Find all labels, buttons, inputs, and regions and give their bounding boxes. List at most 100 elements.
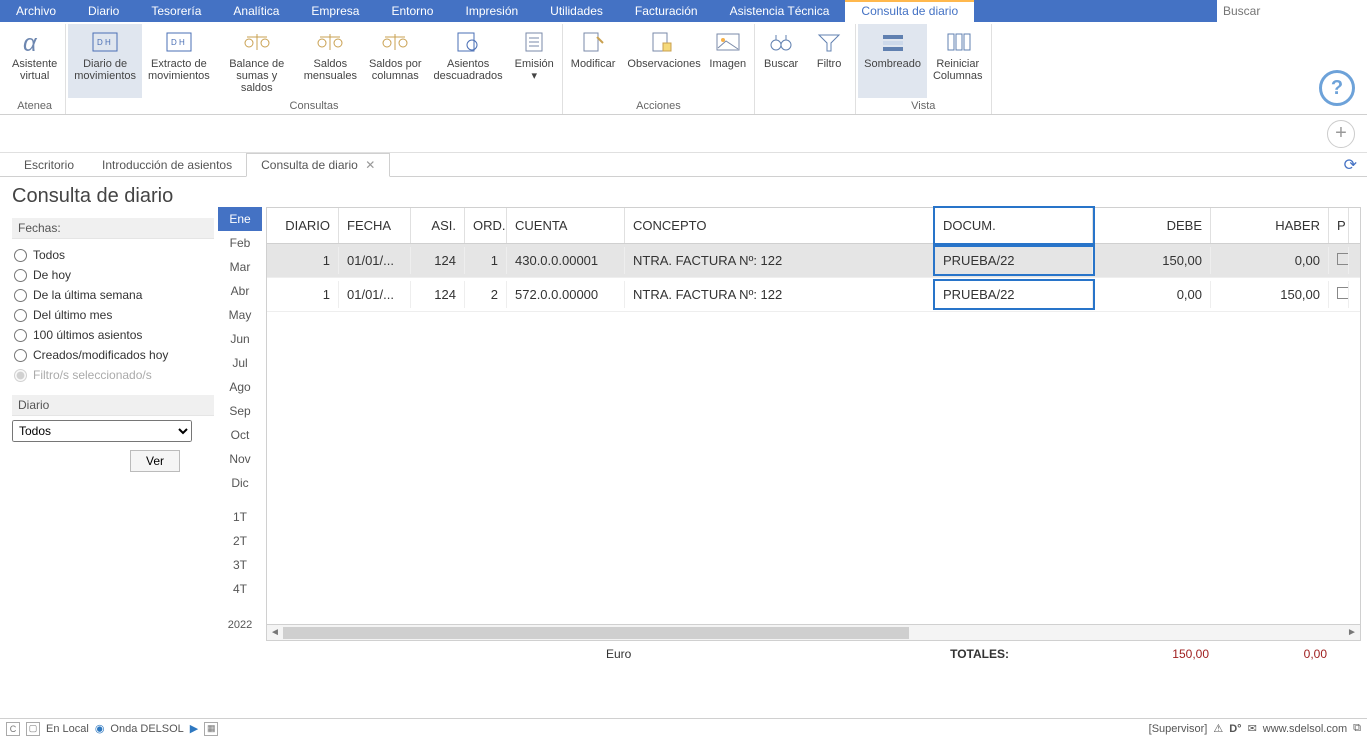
- ribbon-asistente-virtual[interactable]: α Asistente virtual: [6, 24, 63, 98]
- status-url[interactable]: www.sdelsol.com: [1263, 723, 1347, 735]
- main-area: Consulta de diario Fechas: Todos De hoy …: [0, 177, 1367, 718]
- ribbon-label: Balance de sumas y saldos: [222, 58, 292, 94]
- tab-consulta-diario[interactable]: Consulta de diario ✕: [246, 153, 390, 177]
- ribbon-modificar[interactable]: Modificar: [565, 24, 622, 98]
- ribbon-emision[interactable]: Emisión ▾: [509, 24, 560, 98]
- radio-todos[interactable]: Todos: [14, 245, 216, 265]
- col-diario[interactable]: DIARIO: [267, 208, 339, 243]
- col-asi[interactable]: ASI.: [411, 208, 465, 243]
- ribbon-sombreado[interactable]: Sombreado: [858, 24, 927, 98]
- ribbon-balance-sumas-saldos[interactable]: Balance de sumas y saldos: [216, 24, 298, 98]
- month-oct[interactable]: Oct: [218, 423, 262, 447]
- month-abr[interactable]: Abr: [218, 279, 262, 303]
- col-concepto[interactable]: CONCEPTO: [625, 208, 935, 243]
- col-ord[interactable]: ORD.: [465, 208, 507, 243]
- shade-icon: [877, 28, 909, 56]
- ribbon-asientos-descuadrados[interactable]: Asientos descuadrados: [428, 24, 509, 98]
- scroll-left-icon[interactable]: ◄: [267, 627, 283, 638]
- d-icon[interactable]: D°: [1229, 723, 1241, 735]
- binocular-icon: [765, 28, 797, 56]
- col-debe[interactable]: DEBE: [1093, 208, 1211, 243]
- month-dic[interactable]: Dic: [218, 471, 262, 495]
- month-may[interactable]: May: [218, 303, 262, 327]
- month-ene[interactable]: Ene: [218, 207, 262, 231]
- month-feb[interactable]: Feb: [218, 231, 262, 255]
- ribbon-group-atenea: α Asistente virtual Atenea: [4, 24, 66, 114]
- radio-hoy[interactable]: De hoy: [14, 265, 216, 285]
- month-mar[interactable]: Mar: [218, 255, 262, 279]
- c-icon[interactable]: C: [6, 722, 20, 736]
- col-cuenta[interactable]: CUENTA: [507, 208, 625, 243]
- global-search-input[interactable]: [1217, 0, 1367, 22]
- warning-icon[interactable]: ⚠: [1213, 722, 1223, 735]
- quarter-2t[interactable]: 2T: [218, 529, 262, 553]
- signal-icon[interactable]: ◉: [95, 722, 105, 735]
- add-button[interactable]: +: [1327, 120, 1355, 148]
- ribbon-label: Asistente virtual: [12, 58, 57, 82]
- ribbon-label: Reiniciar Columnas: [933, 58, 983, 82]
- radio-ultima-semana[interactable]: De la última semana: [14, 285, 216, 305]
- month-sep[interactable]: Sep: [218, 399, 262, 423]
- ribbon-saldos-mensuales[interactable]: Saldos mensuales: [298, 24, 363, 98]
- menu-diario[interactable]: Diario: [72, 0, 135, 22]
- ribbon-imagen[interactable]: Imagen: [703, 24, 752, 98]
- menu-archivo[interactable]: Archivo: [0, 0, 72, 22]
- col-p[interactable]: P: [1329, 208, 1349, 243]
- tab-escritorio[interactable]: Escritorio: [10, 154, 88, 176]
- ribbon-saldos-columnas[interactable]: Saldos por columnas: [363, 24, 428, 98]
- radio-100-ultimos[interactable]: 100 últimos asientos: [14, 325, 216, 345]
- ver-button[interactable]: Ver: [130, 450, 180, 472]
- menu-tesoreria[interactable]: Tesorería: [135, 0, 217, 22]
- menu-consulta-diario[interactable]: Consulta de diario: [845, 0, 974, 22]
- scroll-right-icon[interactable]: ►: [1344, 627, 1360, 638]
- menu-facturacion[interactable]: Facturación: [619, 0, 714, 22]
- menu-entorno[interactable]: Entorno: [375, 0, 449, 22]
- ribbon-reiniciar-columnas[interactable]: Reiniciar Columnas: [927, 24, 989, 98]
- quarter-4t[interactable]: 4T: [218, 577, 262, 601]
- year-label[interactable]: 2022: [228, 619, 252, 631]
- col-fecha[interactable]: FECHA: [339, 208, 411, 243]
- ribbon-filtro[interactable]: Filtro: [805, 24, 853, 110]
- cell-docum: PRUEBA/22: [935, 247, 1093, 274]
- ribbon-observaciones[interactable]: Observaciones: [621, 24, 703, 98]
- radio-creados-hoy[interactable]: Creados/modificados hoy: [14, 345, 216, 365]
- play-icon[interactable]: ▶: [190, 722, 198, 735]
- cell-p[interactable]: [1329, 281, 1349, 308]
- scroll-track[interactable]: [283, 627, 1344, 639]
- ribbon-buscar[interactable]: Buscar: [757, 24, 805, 110]
- menu-analitica[interactable]: Analítica: [217, 0, 295, 22]
- horizontal-scrollbar[interactable]: ◄ ►: [266, 625, 1361, 641]
- month-jun[interactable]: Jun: [218, 327, 262, 351]
- table-row[interactable]: 1 01/01/... 124 1 430.0.0.00001 NTRA. FA…: [267, 244, 1360, 278]
- month-nov[interactable]: Nov: [218, 447, 262, 471]
- table-area: ⟳ DIARIO FECHA ASI. ORD. CUENTA CONCEPTO…: [262, 177, 1367, 718]
- radio-ultimo-mes[interactable]: Del último mes: [14, 305, 216, 325]
- alpha-icon: α: [19, 28, 51, 56]
- refresh-icon[interactable]: ⟳: [1344, 155, 1357, 175]
- cell-p[interactable]: [1329, 247, 1349, 274]
- ribbon-extracto-movimientos[interactable]: D H Extracto de movimientos: [142, 24, 216, 98]
- ribbon-diario-movimientos[interactable]: D H Diario de movimientos: [68, 24, 142, 98]
- col-haber[interactable]: HABER: [1211, 208, 1329, 243]
- window-icon[interactable]: ⧉: [1353, 722, 1361, 735]
- menu-asistencia[interactable]: Asistencia Técnica: [714, 0, 846, 22]
- box-icon[interactable]: ▢: [26, 722, 40, 736]
- radio-label: Del último mes: [33, 308, 112, 322]
- quarter-1t[interactable]: 1T: [218, 505, 262, 529]
- calendar-icon[interactable]: ▦: [204, 722, 218, 736]
- menu-utilidades[interactable]: Utilidades: [534, 0, 619, 22]
- diario-select[interactable]: Todos: [12, 420, 192, 442]
- menu-empresa[interactable]: Empresa: [295, 0, 375, 22]
- help-icon[interactable]: ?: [1319, 70, 1355, 106]
- month-jul[interactable]: Jul: [218, 351, 262, 375]
- col-docum[interactable]: DOCUM.: [935, 208, 1093, 243]
- statusbar: C ▢ En Local ◉ Onda DELSOL ▶ ▦ [Supervis…: [0, 718, 1367, 738]
- mail-icon[interactable]: ✉: [1248, 722, 1257, 735]
- quarter-3t[interactable]: 3T: [218, 553, 262, 577]
- scroll-thumb[interactable]: [283, 627, 909, 639]
- table-row[interactable]: 1 01/01/... 124 2 572.0.0.00000 NTRA. FA…: [267, 278, 1360, 312]
- tab-introduccion-asientos[interactable]: Introducción de asientos: [88, 154, 246, 176]
- menu-impresion[interactable]: Impresión: [449, 0, 534, 22]
- close-icon[interactable]: ✕: [365, 158, 375, 172]
- month-ago[interactable]: Ago: [218, 375, 262, 399]
